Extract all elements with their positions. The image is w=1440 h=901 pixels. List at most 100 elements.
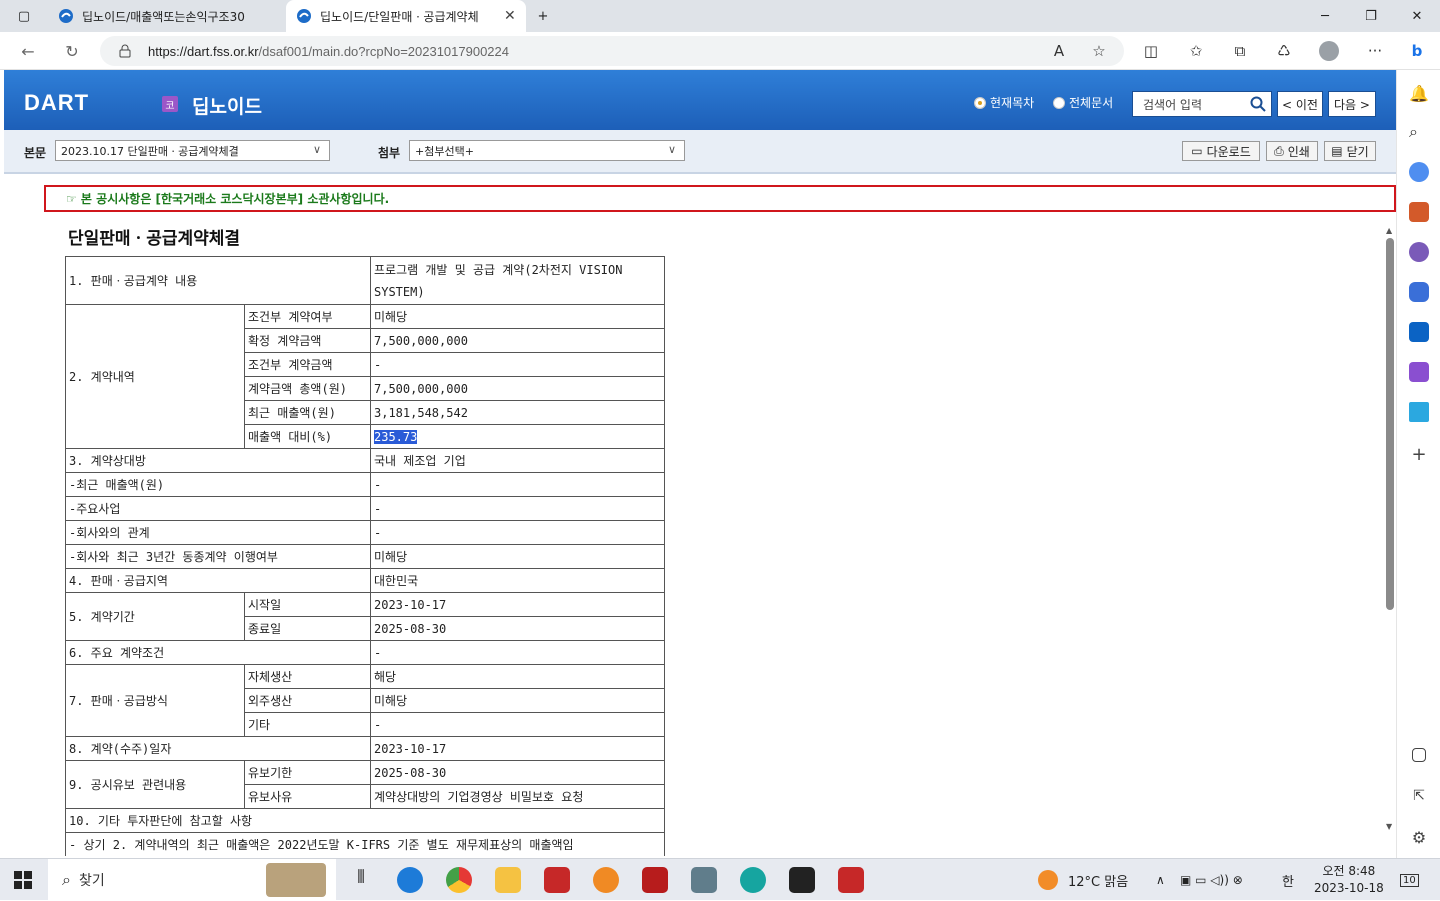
maximize-button[interactable]: ❐ [1348, 0, 1394, 32]
search-icon[interactable] [1250, 96, 1266, 112]
calculator-icon[interactable] [691, 867, 717, 893]
row-value: 국내 제조업 기업 [370, 448, 665, 473]
tab-1[interactable]: 딥노이드/매출액또는손익구조30 [48, 0, 284, 32]
notice-banner: ☞ 본 공시사항은 [한국거래소 코스닥시장본부] 소관사항입니다. [44, 185, 1396, 212]
weather-sun-icon [1038, 870, 1058, 890]
clock[interactable]: 오전 8:48 2023-10-18 [1314, 859, 1384, 901]
app-icon-red[interactable] [544, 867, 570, 893]
print-button[interactable]: ⎙ 인쇄 [1266, 141, 1318, 161]
row-value: 2023-10-17 [370, 592, 665, 617]
row-value[interactable]: 235.73 [370, 424, 665, 449]
close-doc-button[interactable]: ▤ 닫기 [1324, 141, 1376, 161]
toolbox-icon[interactable] [1409, 202, 1429, 222]
tray-icons[interactable]: ▣ ▭ ◁)) ⊗ [1180, 859, 1243, 901]
read-aloud-icon[interactable]: A [1046, 38, 1072, 64]
bell-icon[interactable]: 🔔 [1409, 84, 1429, 104]
windows-start-icon[interactable] [14, 871, 32, 889]
row-value: 3,181,548,542 [370, 400, 665, 425]
ime-indicator[interactable]: 한 [1282, 859, 1294, 901]
send-icon[interactable] [1409, 402, 1429, 422]
kakaotalk-icon[interactable] [593, 867, 619, 893]
dart-favicon-icon [297, 9, 311, 23]
table-row: 3. 계약상대방 국내 제조업 기업 [65, 448, 665, 473]
close-tab-icon[interactable]: ✕ [504, 8, 516, 24]
taskbar-search[interactable]: ⌕ 찾기 [48, 859, 336, 901]
sidebar-toggle-icon[interactable] [1412, 748, 1426, 762]
chrome-app-icon[interactable] [446, 867, 472, 893]
search-icon[interactable]: ⌕ [1409, 122, 1429, 142]
settings-gear-icon[interactable]: ⚙ [1409, 828, 1429, 848]
clock-time: 오전 8:48 [1322, 864, 1376, 878]
url-field[interactable]: https://dart.fss.or.kr/dsaf001/main.do?r… [100, 36, 1124, 66]
sub-label: 유보사유 [244, 784, 371, 809]
task-view-icon[interactable]: ⫴ [348, 867, 374, 893]
open-external-icon[interactable]: ⇱ [1409, 788, 1429, 808]
tab-actions-icon[interactable]: ▢ [0, 0, 48, 32]
chevron-down-icon: ∨ [312, 143, 321, 156]
row-label: -주요사업 [65, 496, 371, 521]
row-label: 5. 계약기간 [65, 592, 245, 641]
bing-icon[interactable]: b [1404, 38, 1430, 64]
edge-app-icon[interactable] [397, 867, 423, 893]
refresh-icon[interactable]: ↻ [58, 38, 86, 64]
file-explorer-icon[interactable] [495, 867, 521, 893]
app-icon-teal[interactable] [740, 867, 766, 893]
app-icon-trading[interactable] [642, 867, 668, 893]
add-icon[interactable]: + [1409, 444, 1429, 465]
row-label: -회사와 최근 3년간 동종계약 이행여부 [65, 544, 371, 569]
more-menu-icon[interactable]: ··· [1362, 38, 1388, 64]
document-title: 단일판매ㆍ공급계약체결 [68, 229, 241, 249]
profile-avatar[interactable] [1316, 38, 1342, 64]
close-window-button[interactable]: ✕ [1394, 0, 1440, 32]
minimize-button[interactable]: ─ [1302, 0, 1348, 32]
scrollbar-thumb[interactable] [1386, 238, 1394, 610]
m365-icon[interactable] [1409, 282, 1429, 302]
row-value: 계약상대방의 기업경영상 비밀보호 요청 [370, 784, 665, 809]
selected-text[interactable]: 235.73 [374, 429, 418, 444]
weather-widget[interactable]: 12°C 맑음 [1038, 859, 1128, 901]
app-icon-red-2[interactable] [838, 867, 864, 893]
table-row: 7. 판매ㆍ공급방식 자체생산 해당 [65, 664, 665, 737]
next-button[interactable]: 다음 > [1328, 91, 1376, 117]
radio-current-toc[interactable]: 현재목차 [974, 94, 1034, 111]
scroll-down-icon[interactable]: ▼ [1386, 822, 1392, 831]
sticky-notes-icon[interactable] [789, 867, 815, 893]
scroll-up-icon[interactable]: ▲ [1386, 226, 1392, 235]
attach-select[interactable]: +첨부선택+ ∨ [409, 140, 685, 161]
table-row: 1. 판매ㆍ공급계약 내용 프로그램 개발 및 공급 계약(2차전지 VISIO… [65, 256, 665, 305]
tray-chevron-icon[interactable]: ∧ [1156, 859, 1165, 901]
search-highlight-image [266, 863, 326, 897]
split-screen-icon[interactable]: ◫ [1138, 38, 1164, 64]
main-label: 본문 [24, 146, 47, 160]
designer-icon[interactable] [1409, 362, 1429, 382]
monitor-icon: ▭ [1191, 144, 1203, 158]
row-label: 4. 판매ㆍ공급지역 [65, 568, 371, 593]
row-value: 미해당 [370, 304, 665, 329]
new-tab-button[interactable]: + [520, 0, 566, 32]
row-value: 미해당 [370, 688, 665, 713]
notification-icon[interactable]: 10 [1400, 859, 1419, 901]
chevron-down-icon: ∨ [667, 143, 676, 156]
row-value: 2025-08-30 [370, 616, 665, 641]
extensions-icon[interactable]: ♺ [1271, 38, 1297, 64]
sub-label: 확정 계약금액 [244, 328, 371, 353]
favorite-star-icon[interactable]: ☆ [1086, 38, 1112, 64]
radio-on-icon [974, 96, 986, 109]
row-value: - [370, 520, 665, 545]
dart-logo[interactable]: DART [24, 90, 89, 116]
prev-button[interactable]: < 이전 [1277, 91, 1323, 117]
back-icon[interactable]: ← [14, 38, 42, 64]
radio-all-docs[interactable]: 전체문서 [1053, 94, 1113, 111]
search-input[interactable]: 검색어 입력 [1132, 91, 1272, 117]
row-value: - [370, 496, 665, 521]
tag-icon[interactable] [1409, 162, 1429, 182]
tab-2-active[interactable]: 딥노이드/단일판매ㆍ공급계약체 ✕ [286, 0, 526, 32]
row-label: 9. 공시유보 관련내용 [65, 760, 245, 809]
download-button[interactable]: ▭ 다운로드 [1182, 141, 1260, 161]
collections-icon[interactable]: ⧉ [1227, 38, 1253, 64]
outlook-icon[interactable] [1409, 322, 1429, 342]
main-doc-select[interactable]: 2023.10.17 단일판매ㆍ공급계약체결 ∨ [55, 140, 330, 161]
games-icon[interactable] [1409, 242, 1429, 262]
row-label: 1. 판매ㆍ공급계약 내용 [65, 256, 371, 305]
favorites-icon[interactable]: ✩ [1183, 38, 1209, 64]
